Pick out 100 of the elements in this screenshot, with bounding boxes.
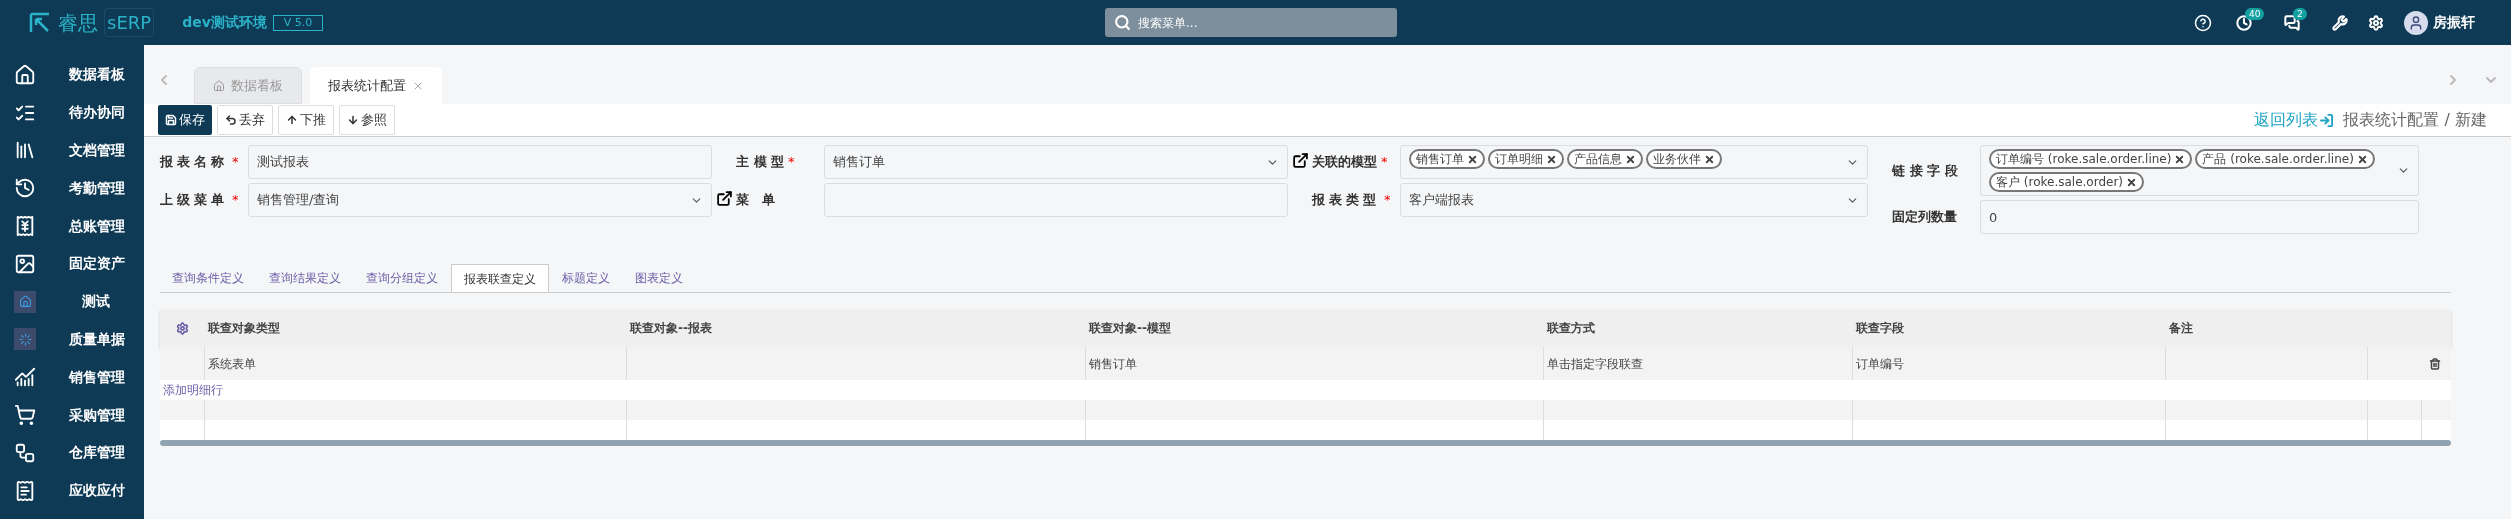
environment-label: dev测试环境 xyxy=(182,13,267,32)
save-icon xyxy=(165,114,177,126)
external-link-icon[interactable] xyxy=(1291,152,1309,169)
sidebar-label: 采购管理 xyxy=(69,405,125,425)
field-label: 报表名称 xyxy=(160,153,228,172)
sidebar-label: 数据看板 xyxy=(69,65,125,85)
sidebar-item[interactable]: 总账管理 xyxy=(0,207,144,245)
column-header: 联查方式 xyxy=(1545,320,1596,337)
toolbar-button[interactable]: 参照 xyxy=(339,105,395,135)
logo-suffix: sERP xyxy=(104,8,155,37)
house-icon xyxy=(14,63,36,86)
sidebar-item[interactable]: 采购管理 xyxy=(0,396,144,434)
tab-label: 报表统计配置 xyxy=(328,76,406,95)
select-value: 销售订单 xyxy=(833,153,885,172)
section-tab[interactable]: 报表联查定义 xyxy=(451,264,549,292)
notification-count: 40 xyxy=(2245,7,2265,20)
sidebar-item[interactable]: 仓库管理 xyxy=(0,433,144,472)
sidebar-label: 测试 xyxy=(81,292,110,312)
tags-field[interactable]: 订单编号 (roke.sale.order.line) 产品 (roke.sale.order.line) 客户 (roke.sale.order) xyxy=(1980,145,2419,196)
sidebar-item[interactable]: 销售管理 xyxy=(0,358,144,397)
remove-icon[interactable] xyxy=(1546,153,1557,165)
sidebar-label: 销售管理 xyxy=(69,367,125,387)
field-label: 上级菜单 xyxy=(160,191,228,210)
required-mark: * xyxy=(232,153,239,172)
select-value: 销售管理/查询 xyxy=(257,191,340,210)
remove-icon[interactable] xyxy=(2356,153,2368,165)
delete-icon[interactable] xyxy=(2429,357,2441,370)
down-arrow-icon xyxy=(347,114,359,126)
search-field[interactable]: 搜索菜单... xyxy=(1105,8,1397,37)
undo-icon xyxy=(225,114,237,126)
column-header: 备注 xyxy=(2168,320,2194,337)
section-tab[interactable]: 查询分组定义 xyxy=(354,264,450,292)
sidebar-item[interactable]: 数据看板 xyxy=(0,56,144,94)
sidebar-label: 文档管理 xyxy=(69,141,125,160)
field-label: 菜 单 xyxy=(736,191,779,210)
field-label: 链 接 字 段 xyxy=(1892,161,1958,180)
sidebar-label: 仓库管理 xyxy=(69,443,125,463)
add-row-link[interactable]: 添加明细行 xyxy=(160,380,2451,400)
sidebar-label: 质量单据 xyxy=(69,329,125,349)
user-name[interactable]: 房振轩 xyxy=(2433,12,2475,33)
text-input[interactable] xyxy=(824,183,1288,217)
sidebar-item[interactable]: 质量单据 xyxy=(0,320,144,359)
select-field[interactable]: 销售管理/查询 xyxy=(248,183,712,217)
sidebar-item[interactable]: 固定资产 xyxy=(0,245,144,283)
up-arrow-icon xyxy=(286,114,298,126)
tag-chip: 产品信息 xyxy=(1567,149,1643,169)
logo-text: 睿思 xyxy=(58,9,98,37)
section-tab[interactable]: 查询结果定义 xyxy=(257,264,353,292)
toolbar-button[interactable]: 丢弃 xyxy=(217,105,273,135)
text-input[interactable]: 0 xyxy=(1980,200,2419,234)
bar-chart-icon xyxy=(14,366,36,389)
required-mark: * xyxy=(1384,191,1391,210)
tag-chip: 订单编号 (roke.sale.order.line) xyxy=(1989,149,2193,169)
sidebar-item[interactable]: 文档管理 xyxy=(0,131,144,170)
search-input[interactable]: 搜索菜单... xyxy=(1138,13,1388,32)
remove-icon[interactable] xyxy=(1704,153,1715,165)
tools-icon[interactable] xyxy=(2332,14,2348,31)
remove-icon[interactable] xyxy=(2126,176,2138,188)
column-header: 联查对象类型 xyxy=(206,320,281,337)
external-link-icon[interactable] xyxy=(715,190,733,207)
sidebar-item[interactable]: 测试 xyxy=(0,282,144,321)
yen-receipt-icon xyxy=(14,215,36,238)
select-field[interactable]: 客户端报表 xyxy=(1400,183,1868,217)
remove-icon[interactable] xyxy=(2174,153,2186,165)
field-label: 报表类型 xyxy=(1312,191,1380,210)
section-tab[interactable]: 查询条件定义 xyxy=(160,264,256,292)
required-mark: * xyxy=(232,191,239,210)
logo-icon xyxy=(28,10,52,35)
avatar[interactable] xyxy=(2404,10,2428,35)
receipt-icon xyxy=(14,479,36,502)
page-tab[interactable]: 报表统计配置 xyxy=(310,67,442,104)
search-icon xyxy=(1114,14,1131,31)
table-cell: 单击指定字段联查 xyxy=(1544,347,1853,380)
section-tab[interactable]: 标题定义 xyxy=(550,264,622,292)
picture-icon xyxy=(14,252,36,275)
select-field[interactable]: 销售订单 xyxy=(824,145,1288,179)
text-input[interactable]: 测试报表 xyxy=(248,145,712,179)
breadcrumb: 报表统计配置 / 新建 xyxy=(2343,109,2487,131)
sidebar-item[interactable]: 应收应付 xyxy=(0,471,144,510)
horizontal-scrollbar[interactable] xyxy=(160,440,2451,446)
house-icon xyxy=(213,79,225,92)
tag-chip: 产品 (roke.sale.order.line) xyxy=(2195,149,2375,169)
section-tab[interactable]: 图表定义 xyxy=(623,264,695,292)
tag-chip: 客户 (roke.sale.order) xyxy=(1989,172,2145,192)
help-icon[interactable] xyxy=(2194,13,2212,32)
toolbar-button[interactable]: 保存 xyxy=(158,105,212,135)
clock-icon xyxy=(14,177,36,200)
tab-label: 数据看板 xyxy=(231,76,283,95)
remove-icon[interactable] xyxy=(1467,153,1478,165)
column-header: 联查字段 xyxy=(1854,320,1905,337)
sidebar-item[interactable]: 待办协同 xyxy=(0,93,144,132)
sidebar-label: 应收应付 xyxy=(69,481,125,501)
tag-chip: 销售订单 xyxy=(1409,149,1485,169)
toolbar-button[interactable]: 下推 xyxy=(278,105,334,135)
remove-icon[interactable] xyxy=(1625,153,1636,165)
flow-icon xyxy=(14,441,36,464)
field-label: 关联的模型 xyxy=(1312,153,1377,172)
select-value: 客户端报表 xyxy=(1409,191,1474,210)
tags-field[interactable]: 销售订单 订单明细 产品信息 业务伙伴 xyxy=(1400,145,1868,179)
sidebar-item[interactable]: 考勤管理 xyxy=(0,169,144,208)
